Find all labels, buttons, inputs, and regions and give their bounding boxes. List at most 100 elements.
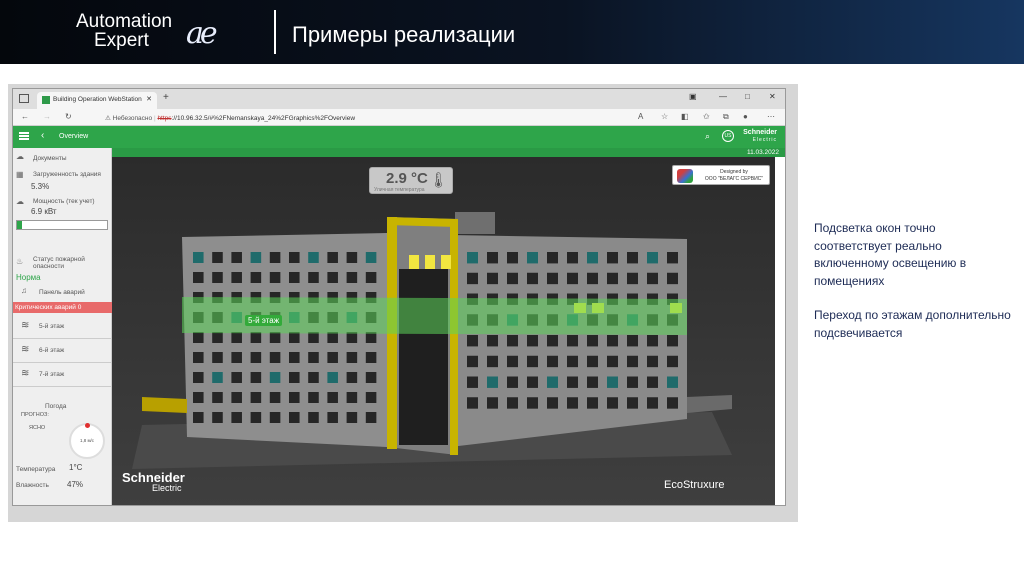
window: [647, 397, 658, 409]
window: [667, 376, 678, 388]
favorites-icon[interactable]: ✩: [703, 112, 710, 121]
window: [647, 252, 658, 264]
more-menu-icon[interactable]: ⋯: [767, 112, 775, 121]
bell-icon: ♫: [21, 286, 27, 295]
window: [365, 252, 377, 263]
logo-mark: ae: [186, 16, 218, 51]
browser-tabbar: Building Operation WebStation ✕ + ▣ — □ …: [13, 89, 785, 109]
window: [667, 355, 678, 368]
critical-alarms-count: 0: [77, 304, 82, 311]
floor-item-6[interactable]: ≋ 6-й этаж: [13, 339, 112, 363]
minimize-icon[interactable]: —: [719, 92, 727, 101]
favorite-star-icon[interactable]: ☆: [661, 112, 668, 121]
window: [250, 332, 262, 343]
window: [212, 272, 223, 283]
window: [667, 272, 678, 285]
window: [193, 392, 204, 403]
window: [327, 332, 338, 343]
window: [269, 252, 281, 263]
window: [627, 252, 638, 264]
window: [467, 335, 478, 347]
sidebar-item-documents[interactable]: ☁ Документы: [13, 151, 112, 167]
outdoor-temp-widget: 2.9 °C Уличная температура 🌡: [369, 167, 453, 194]
window: [346, 352, 358, 363]
fire-label: Статус пожарной опасности: [33, 256, 85, 270]
hamburger-menu-icon[interactable]: [19, 132, 29, 140]
outdoor-temp-label: Уличная температура: [374, 187, 425, 193]
load-value: 5.3%: [31, 182, 50, 191]
overview-breadcrumb[interactable]: Overview: [59, 133, 88, 140]
browser-tab[interactable]: Building Operation WebStation ✕: [37, 92, 157, 109]
collections-icon[interactable]: ⧉: [723, 112, 729, 122]
window: [667, 335, 678, 347]
window: [587, 335, 598, 347]
profile-icon[interactable]: ●: [743, 112, 748, 121]
search-icon[interactable]: ⌕: [705, 131, 710, 142]
tab-title: Building Operation WebStation: [53, 96, 142, 103]
maximize-icon[interactable]: □: [745, 92, 750, 101]
window-close-icon[interactable]: ✕: [769, 92, 776, 101]
window: [467, 355, 478, 368]
back-arrow-icon[interactable]: ←: [21, 112, 29, 121]
window: [607, 397, 618, 409]
window: [627, 335, 638, 347]
window: [667, 252, 678, 264]
read-aloud-icon[interactable]: A: [638, 112, 643, 121]
close-icon[interactable]: ✕: [146, 95, 152, 103]
window-icon[interactable]: [19, 94, 29, 103]
window: [487, 335, 498, 347]
sidebar-label: Документы: [33, 155, 67, 162]
critical-alarms-bar[interactable]: Критических аварий 0: [13, 302, 112, 313]
automation-expert-logo: Automation Expert: [76, 12, 172, 50]
picture-icon[interactable]: ▣: [689, 92, 697, 101]
floor-item-7[interactable]: ≋ 7-й этаж: [13, 363, 112, 387]
window: [567, 335, 578, 347]
window: [627, 397, 638, 409]
url-field[interactable]: ⚠ Небезопасно | https://10.96.32.5/#%2FN…: [97, 112, 657, 124]
reload-icon[interactable]: ↻: [65, 112, 72, 121]
alarm-panel[interactable]: ♫ Панель аварий: [13, 285, 112, 301]
window: [212, 332, 223, 343]
fire-status: ♨ Статус пожарной опасности Норма: [13, 255, 112, 283]
schneider-watermark: Schneider Electric: [122, 471, 185, 494]
window: [231, 392, 242, 403]
warning-icon: ⚠: [105, 115, 113, 122]
window: [547, 397, 558, 409]
window: [193, 372, 204, 383]
fire-value: Норма: [16, 273, 41, 282]
window: [467, 272, 478, 285]
weather-label: Погода: [45, 403, 67, 410]
floor-item-5[interactable]: ≋ 5-й этаж: [13, 315, 112, 339]
logo-line2: Expert: [94, 30, 149, 51]
window: [527, 252, 538, 264]
building-3d-view[interactable]: 5-й этаж 2.9 °C Уличная температура 🌡 De…: [112, 157, 775, 505]
forward-arrow-icon[interactable]: →: [43, 112, 51, 121]
load-progress-fill: [17, 221, 22, 229]
window: [269, 412, 281, 423]
layers-icon: ≋: [21, 368, 30, 379]
window: [547, 355, 558, 368]
brand-sub: Electric: [752, 137, 777, 143]
floor-tag-label: 5-й этаж: [245, 315, 283, 326]
window: [212, 352, 223, 363]
window: [587, 376, 598, 388]
window: [547, 252, 558, 264]
window: [467, 252, 478, 264]
window: [487, 272, 498, 285]
window: [507, 397, 518, 409]
window: [289, 332, 300, 343]
chevron-left-icon[interactable]: ‹: [41, 130, 44, 141]
window: [308, 332, 319, 343]
roof-box: [455, 212, 495, 234]
window: [487, 252, 498, 264]
designer-badge: Designed by ООО "БЕЛАГС СЕРВИС": [672, 165, 770, 185]
window: [607, 252, 618, 264]
new-tab-button[interactable]: +: [163, 92, 169, 103]
url-path: ://10.96.32.5/#%2FNemanskaya_24%2FGraphi…: [171, 115, 356, 122]
window: [647, 376, 658, 388]
extensions-icon[interactable]: ◧: [681, 112, 689, 121]
load-progress-bar: [16, 220, 108, 230]
floor-label: 6-й этаж: [39, 347, 65, 354]
window: [667, 397, 678, 409]
user-avatar[interactable]: US: [722, 130, 734, 142]
